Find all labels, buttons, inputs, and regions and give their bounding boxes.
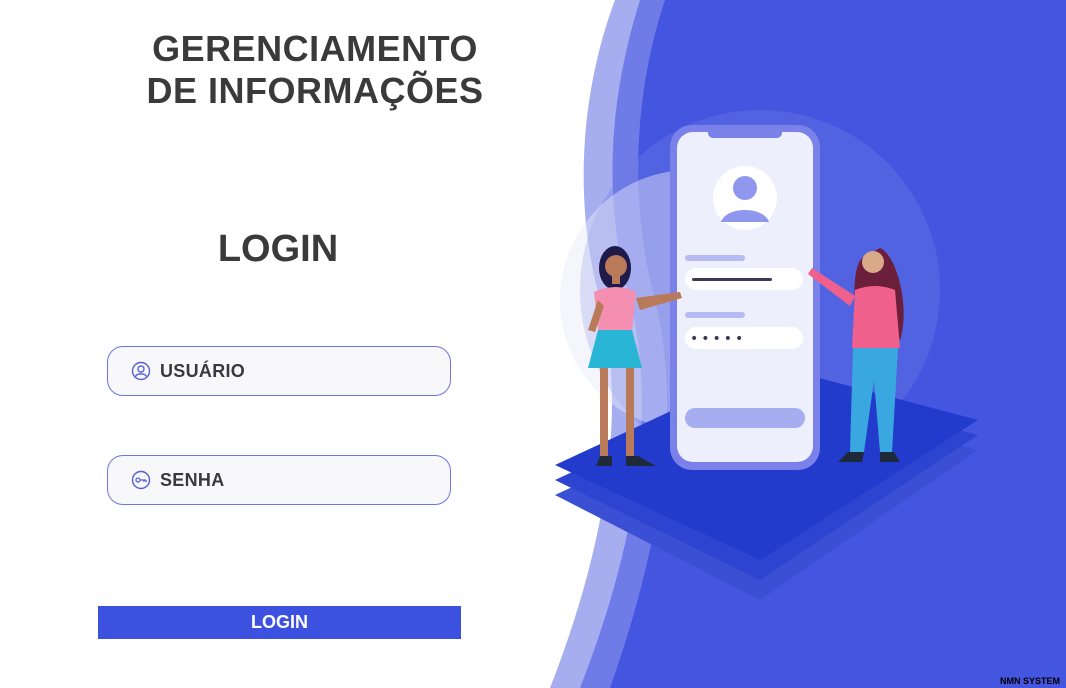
page-title-line2: DE INFORMAÇÕES [146, 70, 484, 111]
login-heading: LOGIN [217, 228, 339, 270]
username-placeholder: USUÁRIO [160, 360, 246, 381]
page-title: GERENCIAMENTO DE INFORMAÇÕES [100, 28, 530, 112]
user-icon [130, 360, 152, 382]
page-title-line1: GERENCIAMENTO [152, 28, 478, 69]
username-field[interactable]: USUÁRIO [107, 346, 451, 396]
login-button[interactable]: LOGIN [98, 606, 461, 639]
phone-body [670, 125, 820, 470]
woman-right-figure [808, 248, 904, 462]
password-placeholder: SENHA [160, 469, 225, 490]
masked-password-dots: ••••• [690, 331, 746, 347]
brand-watermark: NMN SYSTEM [999, 676, 1060, 686]
blue-panel [610, 0, 1066, 688]
key-icon [130, 469, 152, 491]
wave-light [550, 0, 1066, 688]
woman-left-figure [588, 246, 682, 466]
password-field[interactable]: SENHA [107, 455, 451, 505]
wave-mid [580, 0, 1066, 688]
